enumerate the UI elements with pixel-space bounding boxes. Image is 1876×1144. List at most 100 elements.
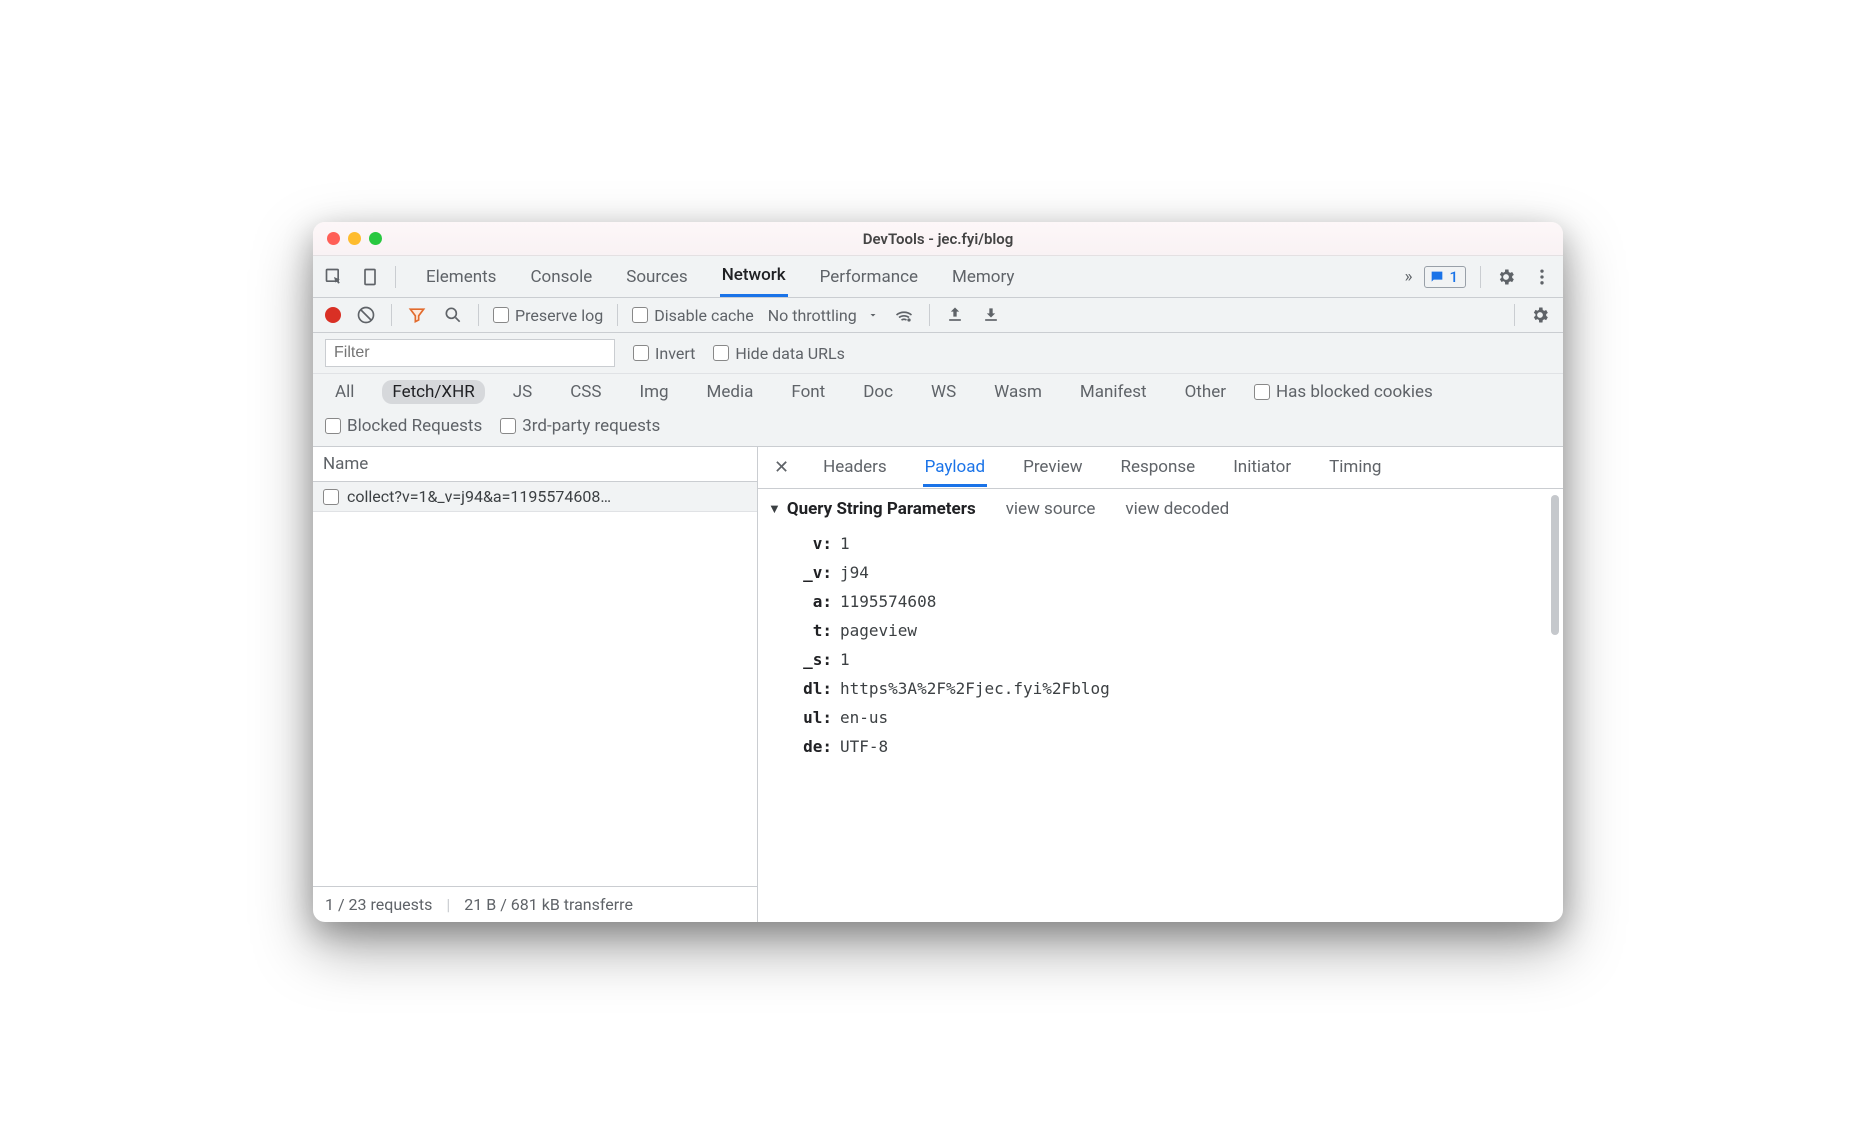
type-doc[interactable]: Doc — [853, 380, 903, 404]
divider — [1514, 304, 1515, 326]
type-img[interactable]: Img — [629, 380, 678, 404]
panel-tabstrip: Elements Console Sources Network Performance… — [313, 256, 1563, 298]
request-list: collect?v=1&_v=j94&a=1195574608… — [313, 482, 757, 886]
param-row: v:1 — [802, 529, 1545, 558]
type-css[interactable]: CSS — [560, 380, 611, 404]
param-value: en-us — [840, 708, 888, 727]
tab-memory[interactable]: Memory — [950, 258, 1016, 296]
disable-cache-checkbox[interactable]: Disable cache — [632, 306, 753, 325]
throttling-select[interactable]: No throttling — [768, 306, 879, 325]
invert-label: Invert — [655, 344, 695, 363]
split-pane: Name collect?v=1&_v=j94&a=1195574608… 1 … — [313, 447, 1563, 922]
type-filter-row: All Fetch/XHR JS CSS Img Media Font Doc WS Wasm Ma… — [313, 374, 1563, 410]
param-key: t: — [802, 621, 832, 640]
param-row: _v:j94 — [802, 558, 1545, 587]
divider — [478, 304, 479, 326]
divider — [395, 266, 396, 288]
request-name: collect?v=1&_v=j94&a=1195574608… — [347, 487, 611, 506]
close-detail-icon[interactable]: ✕ — [774, 457, 795, 478]
request-count: 1 / 23 requests — [325, 895, 432, 914]
settings-icon[interactable] — [1495, 266, 1517, 288]
filter-row: Invert Hide data URLs — [313, 333, 1563, 374]
param-row: a:1195574608 — [802, 587, 1545, 616]
preserve-log-label: Preserve log — [515, 306, 603, 325]
detail-tab-headers[interactable]: Headers — [821, 448, 889, 487]
filter-icon[interactable] — [406, 304, 428, 326]
tab-sources[interactable]: Sources — [624, 258, 689, 296]
throttling-value: No throttling — [768, 306, 857, 325]
has-blocked-cookies-checkbox[interactable]: Has blocked cookies — [1254, 382, 1433, 402]
issues-count: 1 — [1449, 268, 1458, 286]
row-checkbox[interactable] — [323, 489, 339, 505]
search-icon[interactable] — [442, 304, 464, 326]
has-blocked-cookies-label: Has blocked cookies — [1276, 382, 1433, 402]
param-key: de: — [802, 737, 832, 756]
tabs-overflow-button[interactable]: » — [1403, 258, 1415, 296]
third-party-label: 3rd-party requests — [522, 416, 660, 436]
network-conditions-icon[interactable] — [893, 304, 915, 326]
type-all[interactable]: All — [325, 380, 364, 404]
param-value: UTF-8 — [840, 737, 888, 756]
record-button[interactable] — [325, 307, 341, 323]
invert-checkbox[interactable]: Invert — [633, 344, 695, 363]
param-value: j94 — [840, 563, 869, 582]
filter-input[interactable] — [325, 339, 615, 367]
type-wasm[interactable]: Wasm — [984, 380, 1052, 404]
tab-performance[interactable]: Performance — [818, 258, 920, 296]
divider — [1480, 266, 1481, 288]
param-key: ul: — [802, 708, 832, 727]
device-toolbar-icon[interactable] — [359, 266, 381, 288]
param-row: ul: en-us — [802, 703, 1545, 732]
network-settings-icon[interactable] — [1529, 304, 1551, 326]
payload-body: ▼ Query String Parameters view source vi… — [758, 489, 1563, 922]
preserve-log-checkbox[interactable]: Preserve log — [493, 306, 603, 325]
extra-filter-row: Blocked Requests 3rd-party requests — [313, 410, 1563, 447]
scrollbar[interactable] — [1551, 495, 1559, 635]
param-value: https%3A%2F%2Fjec.fyi%2Fblog — [840, 679, 1110, 698]
view-source-button[interactable]: view source — [1006, 499, 1096, 519]
name-column-header[interactable]: Name — [313, 447, 757, 482]
view-decoded-button[interactable]: view decoded — [1125, 499, 1229, 519]
status-bar: 1 / 23 requests | 21 B / 681 kB transfer… — [313, 886, 757, 922]
type-media[interactable]: Media — [697, 380, 764, 404]
param-key: _s: — [802, 650, 832, 669]
hide-data-urls-checkbox[interactable]: Hide data URLs — [713, 344, 845, 363]
param-value: pageview — [840, 621, 917, 640]
tab-network[interactable]: Network — [720, 256, 788, 297]
type-ws[interactable]: WS — [921, 380, 966, 404]
transfer-size: 21 B / 681 kB transferre — [464, 895, 633, 914]
detail-tab-initiator[interactable]: Initiator — [1231, 448, 1293, 487]
tab-elements[interactable]: Elements — [424, 258, 498, 296]
type-fetchxhr[interactable]: Fetch/XHR — [382, 380, 484, 404]
section-toggle[interactable]: ▼ Query String Parameters — [768, 499, 976, 519]
devtools-window: DevTools - jec.fyi/blog ElementsConsoleS… — [313, 222, 1563, 922]
divider — [929, 304, 930, 326]
detail-tab-payload[interactable]: Payload — [923, 448, 987, 487]
tab-console[interactable]: Console — [528, 258, 594, 296]
section-title-text: Query String Parameters — [787, 499, 976, 519]
divider — [617, 304, 618, 326]
type-js[interactable]: JS — [503, 380, 542, 404]
detail-tab-response[interactable]: Response — [1119, 448, 1198, 487]
download-har-icon[interactable] — [980, 304, 1002, 326]
type-other[interactable]: Other — [1175, 380, 1236, 404]
detail-tab-timing[interactable]: Timing — [1327, 448, 1383, 487]
third-party-checkbox[interactable]: 3rd-party requests — [500, 416, 660, 436]
disable-cache-label: Disable cache — [654, 306, 753, 325]
request-row[interactable]: collect?v=1&_v=j94&a=1195574608… — [313, 482, 757, 512]
divider — [391, 304, 392, 326]
detail-tab-preview[interactable]: Preview — [1021, 448, 1084, 487]
clear-icon[interactable] — [355, 304, 377, 326]
detail-pane: ✕ Headers Payload Preview Response Initiator… — [758, 447, 1563, 922]
inspect-element-icon[interactable] — [323, 266, 345, 288]
type-manifest[interactable]: Manifest — [1070, 380, 1157, 404]
params-list: v:1_v:j94a:1195574608 t: pageview _s: 1 dl: ht… — [768, 529, 1545, 761]
upload-har-icon[interactable] — [944, 304, 966, 326]
param-value: 1 — [840, 534, 850, 553]
type-font[interactable]: Font — [781, 380, 835, 404]
issues-badge[interactable]: 1 — [1424, 266, 1466, 288]
kebab-menu-icon[interactable] — [1531, 266, 1553, 288]
param-key: dl: — [802, 679, 832, 698]
section-header: ▼ Query String Parameters view source vi… — [768, 499, 1545, 519]
blocked-requests-checkbox[interactable]: Blocked Requests — [325, 416, 482, 436]
